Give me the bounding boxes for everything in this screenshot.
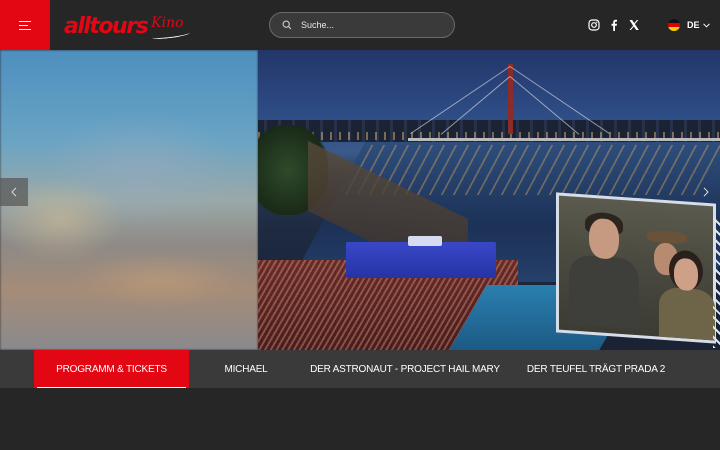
- figure: [589, 217, 619, 260]
- hero-slide-image: [258, 50, 720, 350]
- search-bar[interactable]: [269, 12, 455, 38]
- top-navigation-bar: alltours Kino DE: [0, 0, 720, 50]
- tab-michael[interactable]: MICHAEL: [206, 350, 286, 388]
- chevron-left-icon: [11, 187, 17, 197]
- x-icon[interactable]: [626, 17, 642, 33]
- figure: [569, 254, 639, 330]
- language-selector[interactable]: DE: [668, 17, 710, 33]
- menu-button[interactable]: [0, 0, 50, 50]
- instagram-icon[interactable]: [586, 17, 602, 33]
- hamburger-icon: [19, 20, 31, 30]
- cinema-stage: [346, 242, 496, 278]
- hero-carousel: [0, 50, 720, 350]
- tab-der-astronaut[interactable]: DER ASTRONAUT - PROJECT HAIL MARY: [310, 350, 500, 388]
- chevron-right-icon: [703, 187, 709, 197]
- page-content-area: [0, 388, 720, 450]
- alltours-kino-logo[interactable]: alltours Kino: [64, 12, 191, 40]
- outdoor-cinema-screen: [556, 192, 716, 344]
- logo-text: alltours: [64, 14, 149, 39]
- tab-der-teufel-traegt-prada-2[interactable]: DER TEUFEL TRÄGT PRADA 2: [527, 350, 665, 388]
- search-input[interactable]: [301, 20, 441, 30]
- previous-slide-image: [0, 50, 258, 350]
- carousel-prev-button[interactable]: [0, 178, 28, 206]
- language-code: DE: [687, 20, 700, 30]
- screen-scaffold: [713, 218, 720, 348]
- logo-sub-text: Kino: [151, 15, 184, 31]
- logo-swoosh: [151, 30, 191, 40]
- germany-flag-icon: [668, 19, 680, 31]
- bridge-deck: [408, 138, 720, 141]
- tab-programm-tickets[interactable]: PROGRAMM & TICKETS: [34, 350, 189, 388]
- figure: [659, 286, 715, 341]
- carousel-next-button[interactable]: [692, 178, 720, 206]
- figure: [674, 257, 698, 292]
- stage-sign: [408, 236, 442, 246]
- chevron-down-icon: [702, 22, 710, 28]
- search-icon: [282, 20, 292, 30]
- bridge-pylon: [508, 64, 513, 134]
- movie-tab-bar: PROGRAMM & TICKETS MICHAEL DER ASTRONAUT…: [0, 350, 720, 388]
- facebook-icon[interactable]: [606, 17, 622, 33]
